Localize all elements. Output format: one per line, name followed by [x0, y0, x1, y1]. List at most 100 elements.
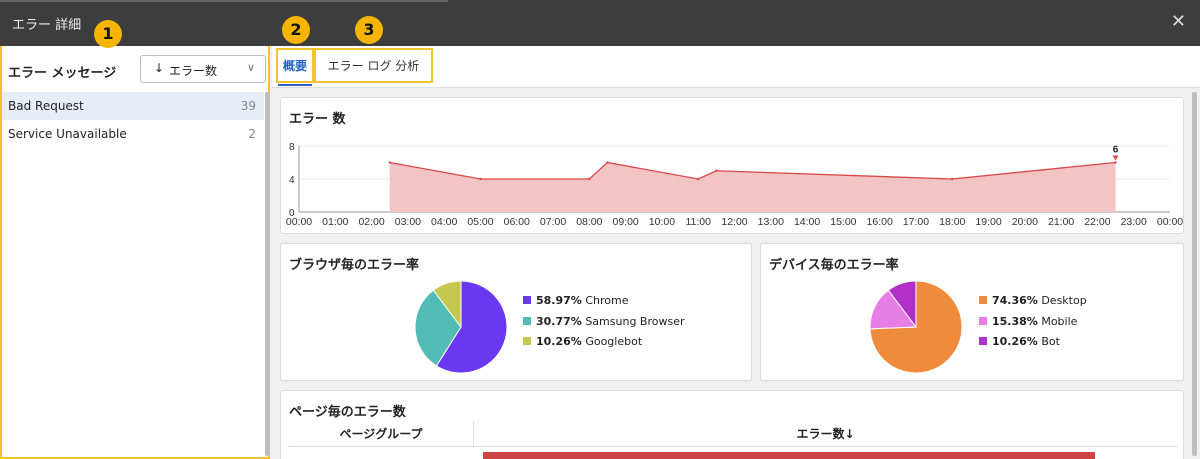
x-tick-label: 18:00 [939, 216, 965, 228]
x-tick-label: 10:00 [649, 216, 675, 228]
data-point [1114, 161, 1117, 164]
browser-pie-chart [414, 280, 508, 374]
legend-percent: 15.38% [992, 314, 1038, 328]
y-tick-label: 8 [289, 142, 295, 153]
legend-swatch [523, 316, 531, 325]
data-point [715, 169, 718, 172]
x-tick-label: 04:00 [431, 216, 457, 228]
title-bar: エラー 詳細 ✕ [0, 0, 1200, 46]
x-tick-label: 12:00 [721, 216, 747, 228]
error-count: 39 [240, 99, 256, 113]
page-error-count-title: ページ毎のエラー数 [289, 405, 406, 420]
annotation-badge-3: 3 [355, 16, 383, 44]
error-count-chart: 04800:00 01:00 02:00 03:00 04:00 05:00 06:00 07… [286, 142, 1183, 228]
x-tick-label: 22:00 [1084, 216, 1110, 228]
device-error-rate-card: デバイス毎のエラー率 74.36% Desktop 15.38% Mobile … [760, 243, 1184, 381]
legend-label: Googlebot [585, 335, 643, 348]
data-point [951, 177, 954, 181]
error-count: 2 [248, 127, 256, 141]
legend-swatch [523, 296, 531, 304]
detail-panel: 概要 エラー ログ 分析 エラー 数 0 4 8 00:00 01:00 02:00 03:… [272, 46, 1200, 459]
browser-legend: 58.97% Chrome 30.77% Samsung Browser 10.… [523, 294, 685, 356]
tab-error-log-analysis[interactable]: エラー ログ 分析 [314, 48, 433, 83]
sort-down-arrow-icon: ↓ [154, 61, 165, 75]
peak-marker [1112, 155, 1119, 161]
legend-label: Chrome [585, 294, 629, 307]
x-tick-label: 08:00 [576, 216, 602, 228]
error-row[interactable]: Service Unavailable 2 [2, 120, 264, 148]
browser-error-rate-title: ブラウザ毎のエラー率 [289, 258, 420, 273]
title-bar-accent [0, 0, 448, 2]
active-tab-underline [278, 84, 312, 86]
x-tick-label: 00:00 [1157, 216, 1183, 228]
error-count-card: エラー 数 0 4 8 00:00 01:00 02:00 03:00 04:00 05:00 0… [280, 97, 1184, 234]
x-tick-label: 03:00 [395, 216, 421, 228]
device-error-rate-title: デバイス毎のエラー率 [769, 258, 899, 273]
data-point [588, 177, 591, 181]
legend-item: 10.26% Bot [979, 335, 1087, 356]
x-tick-label: 16:00 [867, 216, 893, 228]
error-message-panel: エラー メッセージ ↓ エラー数 ∨ Bad Request 39 Servic… [0, 46, 270, 459]
data-point [697, 177, 700, 181]
legend-label: Mobile [1041, 314, 1078, 328]
annotation-badge-2: 2 [282, 16, 310, 44]
legend-percent: 10.26% [536, 335, 582, 348]
x-tick-label: 19:00 [975, 216, 1001, 228]
x-tick-label: 01:00 [322, 216, 348, 228]
x-tick-label: 11:00 [685, 216, 711, 228]
legend-item: 30.77% Samsung Browser [523, 315, 685, 336]
error-name: Service Unavailable [8, 127, 127, 141]
chevron-down-icon: ∨ [246, 61, 255, 74]
browser-error-rate-card: ブラウザ毎のエラー率 58.97% Chrome 30.77% Samsung … [280, 243, 752, 381]
x-tick-label: 13:00 [758, 216, 784, 228]
data-point [479, 177, 482, 181]
x-tick-label: 21:00 [1048, 216, 1074, 228]
annotation-badge-1: 1 [94, 20, 122, 48]
legend-swatch [523, 337, 531, 345]
x-tick-label: 09:00 [612, 216, 638, 228]
legend-label: Bot [1041, 335, 1060, 348]
legend-percent: 10.26% [992, 335, 1038, 348]
column-header-page-group[interactable]: ページグループ [289, 421, 474, 447]
data-point [606, 161, 609, 164]
x-tick-label: 14:00 [794, 216, 820, 228]
legend-item: 15.38% Mobile [979, 315, 1087, 336]
x-tick-label: 17:00 [903, 216, 929, 228]
x-tick-label: 00:00 [286, 216, 312, 228]
x-tick-label: 06:00 [504, 216, 530, 228]
x-tick-label: 20:00 [1012, 216, 1038, 228]
sort-dropdown[interactable]: ↓ エラー数 ∨ [140, 55, 266, 83]
legend-percent: 30.77% [536, 314, 582, 328]
x-tick-label: 02:00 [358, 216, 384, 228]
legend-item: 74.36% Desktop [979, 294, 1087, 315]
x-tick-label: 05:00 [467, 216, 493, 228]
close-icon[interactable]: ✕ [1171, 11, 1186, 32]
error-row[interactable]: Bad Request 39 [2, 92, 264, 120]
column-header-error-count[interactable]: エラー数↓ [474, 421, 1177, 447]
legend-swatch [979, 337, 987, 345]
legend-item: 10.26% Googlebot [523, 335, 685, 356]
legend-swatch [979, 316, 987, 325]
x-tick-label: 15:00 [830, 216, 856, 228]
page-error-bar [483, 452, 1095, 459]
error-message-header: エラー メッセージ [8, 66, 117, 81]
tab-overview-label: 概要 [282, 59, 307, 73]
legend-label: Desktop [1041, 294, 1087, 307]
legend-swatch [979, 296, 987, 304]
right-scrollbar[interactable] [1192, 92, 1197, 456]
peak-label: 6 [1113, 145, 1119, 156]
y-tick-label: 4 [289, 175, 295, 186]
left-scrollbar[interactable] [265, 92, 270, 456]
device-legend: 74.36% Desktop 15.38% Mobile 10.26% Bot [979, 294, 1087, 356]
tab-error-log-analysis-label: エラー ログ 分析 [327, 59, 420, 73]
tab-overview[interactable]: 概要 [276, 48, 314, 86]
tab-bar: 概要 エラー ログ 分析 [272, 46, 1200, 88]
legend-label: Samsung Browser [585, 314, 685, 328]
x-tick-label: 23:00 [1121, 216, 1147, 228]
window-title: エラー 詳細 [12, 18, 82, 33]
data-point [388, 161, 391, 164]
x-tick-label: 07:00 [540, 216, 566, 228]
error-area-fill [389, 162, 1116, 212]
page-error-count-card: ページ毎のエラー数 ページグループ エラー数↓ [280, 390, 1184, 459]
sort-label: エラー数 [169, 64, 218, 78]
